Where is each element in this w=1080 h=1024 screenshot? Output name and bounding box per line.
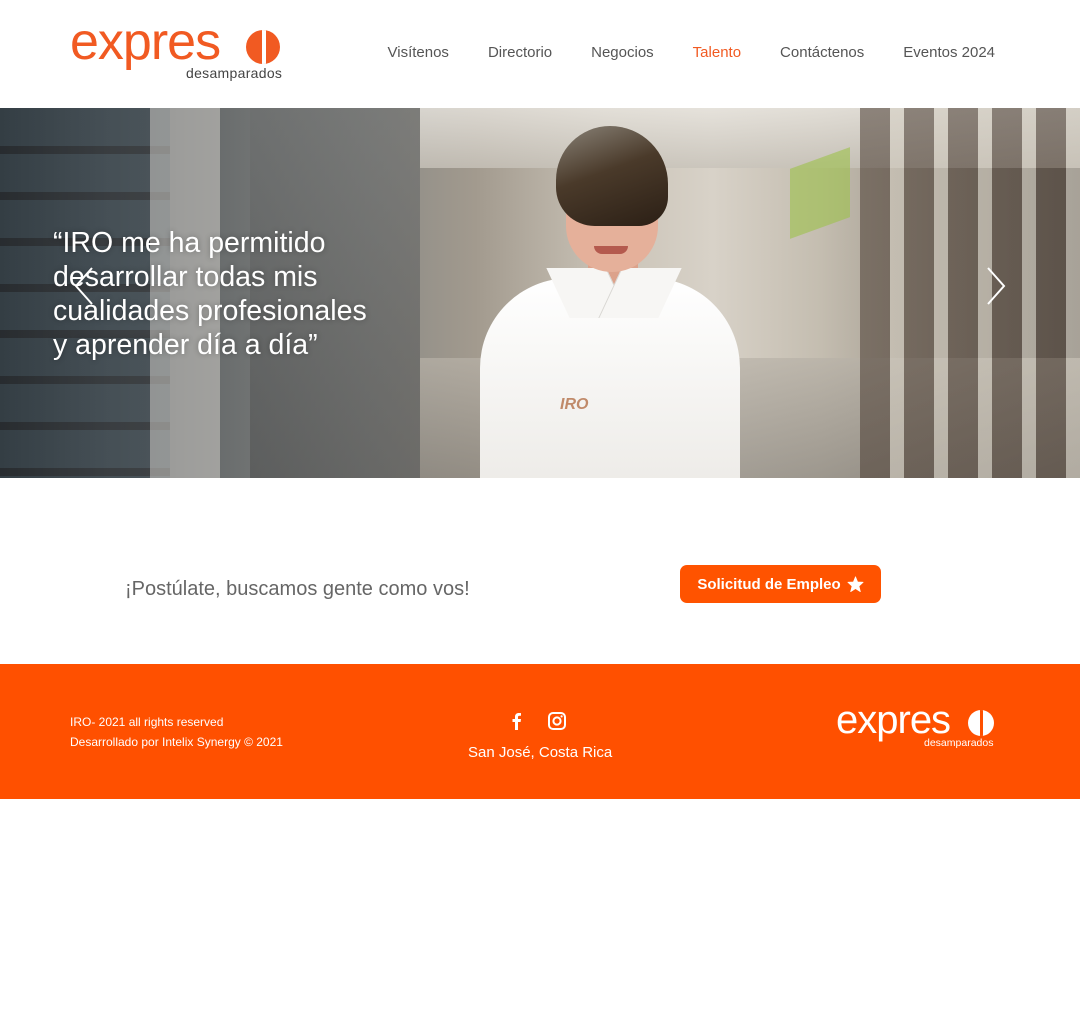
nav-item-directorio[interactable]: Directorio bbox=[488, 44, 552, 64]
hero-quote-line: y aprender día a día” bbox=[53, 329, 318, 361]
instagram-icon[interactable] bbox=[548, 712, 566, 730]
hero-person-photo: IRO bbox=[470, 108, 760, 478]
nav-item-negocios[interactable]: Negocios bbox=[591, 44, 654, 64]
hero-bg-right-store bbox=[860, 108, 1080, 478]
person-hair bbox=[556, 126, 668, 226]
facebook-icon[interactable] bbox=[508, 712, 526, 730]
logo-word: expres bbox=[70, 13, 221, 71]
footer-social bbox=[508, 712, 566, 730]
site-footer: IRO- 2021 all rights reserved Desarrolla… bbox=[0, 664, 1080, 799]
slider-prev-button[interactable] bbox=[74, 266, 94, 306]
footer-rights: IRO- 2021 all rights reserved bbox=[70, 715, 224, 729]
hero-quote-line: cualidades profesionales bbox=[53, 295, 367, 327]
footer-developer: Desarrollado por Intelix Synergy © 2021 bbox=[70, 735, 283, 749]
cta-text: ¡Postúlate, buscamos gente como vos! bbox=[125, 578, 470, 600]
shirt-logo: IRO bbox=[560, 396, 589, 413]
hero-slider: IRO “IRO me ha permitido desarrollar tod… bbox=[0, 108, 1080, 478]
person-smile bbox=[594, 246, 628, 254]
hero-quote-line: “IRO me ha permitido bbox=[53, 227, 326, 259]
expreso-logo[interactable]: expres desamparados bbox=[70, 16, 285, 84]
hero-quote: “IRO me ha permitido desarrollar todas m… bbox=[53, 226, 433, 362]
footer-logo[interactable]: expres desamparados bbox=[836, 700, 996, 754]
footer-location: San José, Costa Rica bbox=[468, 744, 613, 761]
hero-quote-line: desarrollar todas mis bbox=[53, 261, 318, 293]
footer-logo-subtitle: desamparados bbox=[924, 737, 994, 749]
nav-item-eventos[interactable]: Eventos 2024 bbox=[903, 44, 995, 64]
job-application-button[interactable]: Solicitud de Empleo bbox=[680, 565, 881, 603]
chevron-right-icon bbox=[987, 267, 1006, 305]
nav-item-contactenos[interactable]: Contáctenos bbox=[780, 44, 864, 64]
nav-item-visitenos[interactable]: Visítenos bbox=[388, 44, 449, 64]
nav-item-talento[interactable]: Talento bbox=[693, 44, 741, 64]
logo-o-mark bbox=[246, 30, 280, 64]
footer-logo-word: expres bbox=[836, 698, 951, 742]
footer-credits: IRO- 2021 all rights reserved Desarrolla… bbox=[70, 712, 283, 752]
chevron-left-icon bbox=[74, 267, 93, 305]
slider-next-button[interactable] bbox=[986, 266, 1006, 306]
site-header: expres desamparados Visítenos Directorio… bbox=[0, 0, 1080, 108]
star-icon bbox=[847, 576, 864, 592]
main-nav: Visítenos Directorio Negocios Talento Co… bbox=[368, 44, 1015, 64]
job-application-label: Solicitud de Empleo bbox=[697, 575, 841, 593]
logo-subtitle: desamparados bbox=[186, 65, 283, 81]
footer-logo-o-mark bbox=[968, 710, 994, 736]
